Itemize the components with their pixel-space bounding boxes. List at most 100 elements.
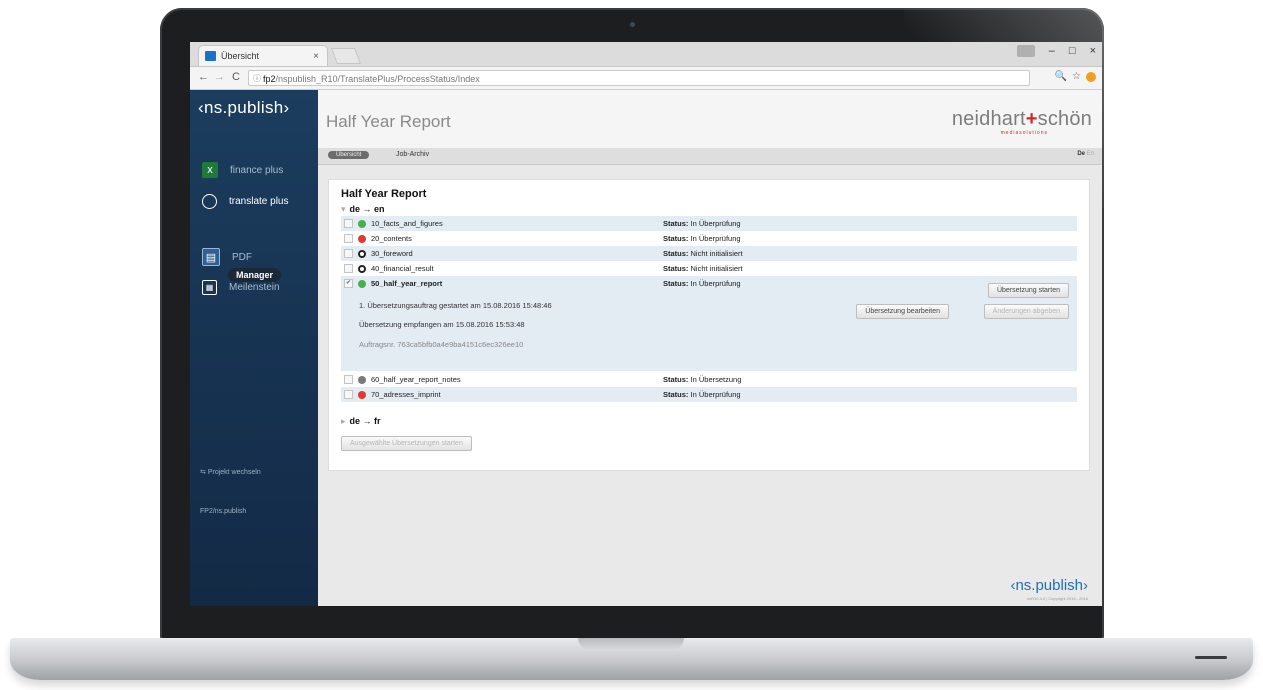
page-title: Half Year Report (326, 112, 451, 131)
bookmark-star-icon[interactable]: ☆ (1072, 71, 1081, 82)
camera (630, 22, 635, 27)
sidebar-item-translate-plus[interactable]: translate plus (202, 194, 288, 209)
lang-de[interactable]: De (1077, 151, 1085, 157)
status-dot-icon (358, 264, 366, 273)
status-label: Status: (663, 264, 689, 273)
url-path: /nspublish_R10/TranslatePlus/ProcessStat… (275, 74, 480, 84)
browser-tab[interactable]: Übersicht × (198, 45, 328, 66)
row-checkbox[interactable] (344, 249, 353, 258)
page-header: Half Year Report neidhart+schön mediasol… (318, 90, 1102, 148)
status-value: In Übersetzung (690, 375, 742, 384)
status-led (1195, 656, 1227, 659)
url-host: fp2 (263, 74, 276, 84)
forward-button[interactable]: → (214, 71, 225, 83)
sidebar-item-label: finance plus (230, 164, 284, 176)
logo-subtitle: mediasolutions (1000, 130, 1048, 136)
close-window-button[interactable]: × (1090, 45, 1096, 57)
row-name: 50_half_year_report (371, 279, 443, 288)
detail-line-received: Übersetzung empfangen am 15.08.2016 15:5… (359, 320, 525, 329)
row-name: 20_contents (371, 234, 412, 243)
switch-project-icon: ⇆ (200, 469, 208, 476)
window-controls: – □ × (1016, 45, 1096, 57)
info-icon[interactable]: ⓘ (253, 71, 261, 87)
table-row[interactable]: 20_contents Status: In Überprüfung (341, 231, 1077, 246)
language-switch: De En (1077, 151, 1094, 157)
row-name: 40_financial_result (371, 264, 434, 273)
status-label: Status: (663, 234, 689, 243)
card-title: Half Year Report (341, 188, 427, 200)
excel-icon: x (202, 162, 218, 178)
group-de-fr[interactable]: ▸ de → fr (341, 416, 381, 427)
row-checkbox[interactable] (344, 390, 353, 399)
screen: Übersicht × – □ × ← → C ⓘ fp2/nspublish_… (190, 42, 1102, 606)
row-checkbox[interactable] (344, 234, 353, 243)
expand-caret-icon[interactable]: ▸ (341, 416, 346, 426)
row-details-panel: 1. Übersetzungsauftrag gestartet am 15.0… (341, 283, 1077, 371)
profile-icon[interactable] (1016, 45, 1035, 57)
sidebar-item-meilenstein[interactable]: ▦ Meilenstein (202, 280, 280, 295)
tab-close-icon[interactable]: × (313, 51, 319, 62)
status-value: In Überprüfung (690, 219, 741, 228)
tab-overview[interactable]: Übersicht (328, 151, 370, 159)
row-name: 60_half_year_report_notes (371, 375, 461, 384)
logo-text-right: schön (1037, 108, 1092, 130)
version-text: nsR10.4.2 | Copyright 2015 - 2016 (1026, 596, 1088, 601)
row-checkbox[interactable] (344, 375, 353, 384)
report-card: Half Year Report ▾ de → en 10_facts_and_f… (328, 179, 1090, 471)
sidebar: ‹ns.publish› x finance plus translate pl… (190, 90, 318, 606)
laptop-base (10, 638, 1253, 680)
status-value: In Überprüfung (690, 234, 741, 243)
footer-logo: ‹ns.publish› (1010, 577, 1088, 594)
row-status: Status: In Überprüfung (663, 219, 741, 228)
new-tab-button[interactable] (331, 48, 361, 64)
switch-project-link[interactable]: ⇆ Projekt wechseln (200, 468, 261, 476)
table-row[interactable]: 70_adresses_imprint Status: In Überprüfu… (341, 387, 1077, 402)
browser-tabbar: Übersicht × – □ × (190, 42, 1102, 67)
company-logo: neidhart+schön (952, 108, 1092, 131)
sidebar-item-label: translate plus (229, 196, 289, 207)
minimize-button[interactable]: – (1049, 45, 1055, 57)
edit-translation-button[interactable]: Übersetzung bearbeiten (856, 304, 949, 319)
back-button[interactable]: ← (198, 71, 209, 83)
status-dot-icon (358, 390, 366, 399)
maximize-button[interactable]: □ (1069, 45, 1076, 57)
url-input[interactable]: ⓘ fp2/nspublish_R10/TranslatePlus/Proces… (248, 70, 1030, 86)
status-dot-icon (358, 375, 366, 384)
tab-job-archive[interactable]: Job-Archiv (396, 151, 429, 158)
table-row[interactable]: 60_half_year_report_notes Status: In Übe… (341, 372, 1077, 387)
collapse-caret-icon[interactable]: ▾ (341, 204, 346, 214)
row-checkbox[interactable] (344, 264, 353, 273)
row-checkbox-checked[interactable]: ✔ (344, 279, 353, 288)
row-status: Status: In Überprüfung (663, 279, 741, 288)
lang-en[interactable]: En (1087, 151, 1094, 157)
sidebar-item-finance-plus[interactable]: x finance plus (202, 162, 283, 178)
sidebar-item-label: Meilenstein (229, 282, 280, 293)
sidebar-item-pdf[interactable]: ▤ PDF (202, 248, 252, 266)
browser-addressbar: ← → C ⓘ fp2/nspublish_R10/TranslatePlus/… (190, 67, 1102, 90)
status-dot-icon (358, 234, 366, 243)
group-de-en[interactable]: ▾ de → en (341, 204, 385, 215)
row-status: Status: Nicht initialisiert (663, 264, 743, 273)
row-checkbox[interactable] (344, 219, 353, 228)
start-translation-button[interactable]: Übersetzung starten (987, 283, 1069, 298)
status-value: In Überprüfung (690, 390, 741, 399)
logo-plus: + (1025, 108, 1038, 130)
brand-logo[interactable]: ‹ns.publish› (198, 98, 289, 118)
logo-text-left: neidhart (951, 108, 1026, 130)
table-row[interactable]: 40_financial_result Status: Nicht initia… (341, 261, 1077, 276)
table-row[interactable]: 30_foreword Status: Nicht initialisiert (341, 246, 1077, 261)
status-dot-icon (358, 279, 366, 288)
release-changes-button[interactable]: Änderungen abgeben (983, 304, 1069, 319)
zoom-icon[interactable]: 🔍 (1055, 71, 1067, 82)
table-row[interactable]: 10_facts_and_figures Status: In Überprüf… (341, 216, 1077, 231)
extension-icon[interactable] (1086, 71, 1096, 82)
table-row-selected[interactable]: ✔ 50_half_year_report Status: In Überprü… (341, 276, 1077, 291)
group-label: de → en (349, 204, 385, 214)
footer-project-link[interactable]: FP2/ns.publish (200, 508, 246, 515)
breadcrumb: Übersicht Job-Archiv De En (318, 148, 1102, 165)
tab-title: Übersicht (221, 51, 260, 61)
status-value: In Überprüfung (690, 279, 741, 288)
row-name: 30_foreword (371, 249, 413, 258)
start-selected-translations-button[interactable]: Ausgewählte Übersetzungen starten (341, 436, 472, 451)
reload-button[interactable]: C (232, 71, 240, 83)
